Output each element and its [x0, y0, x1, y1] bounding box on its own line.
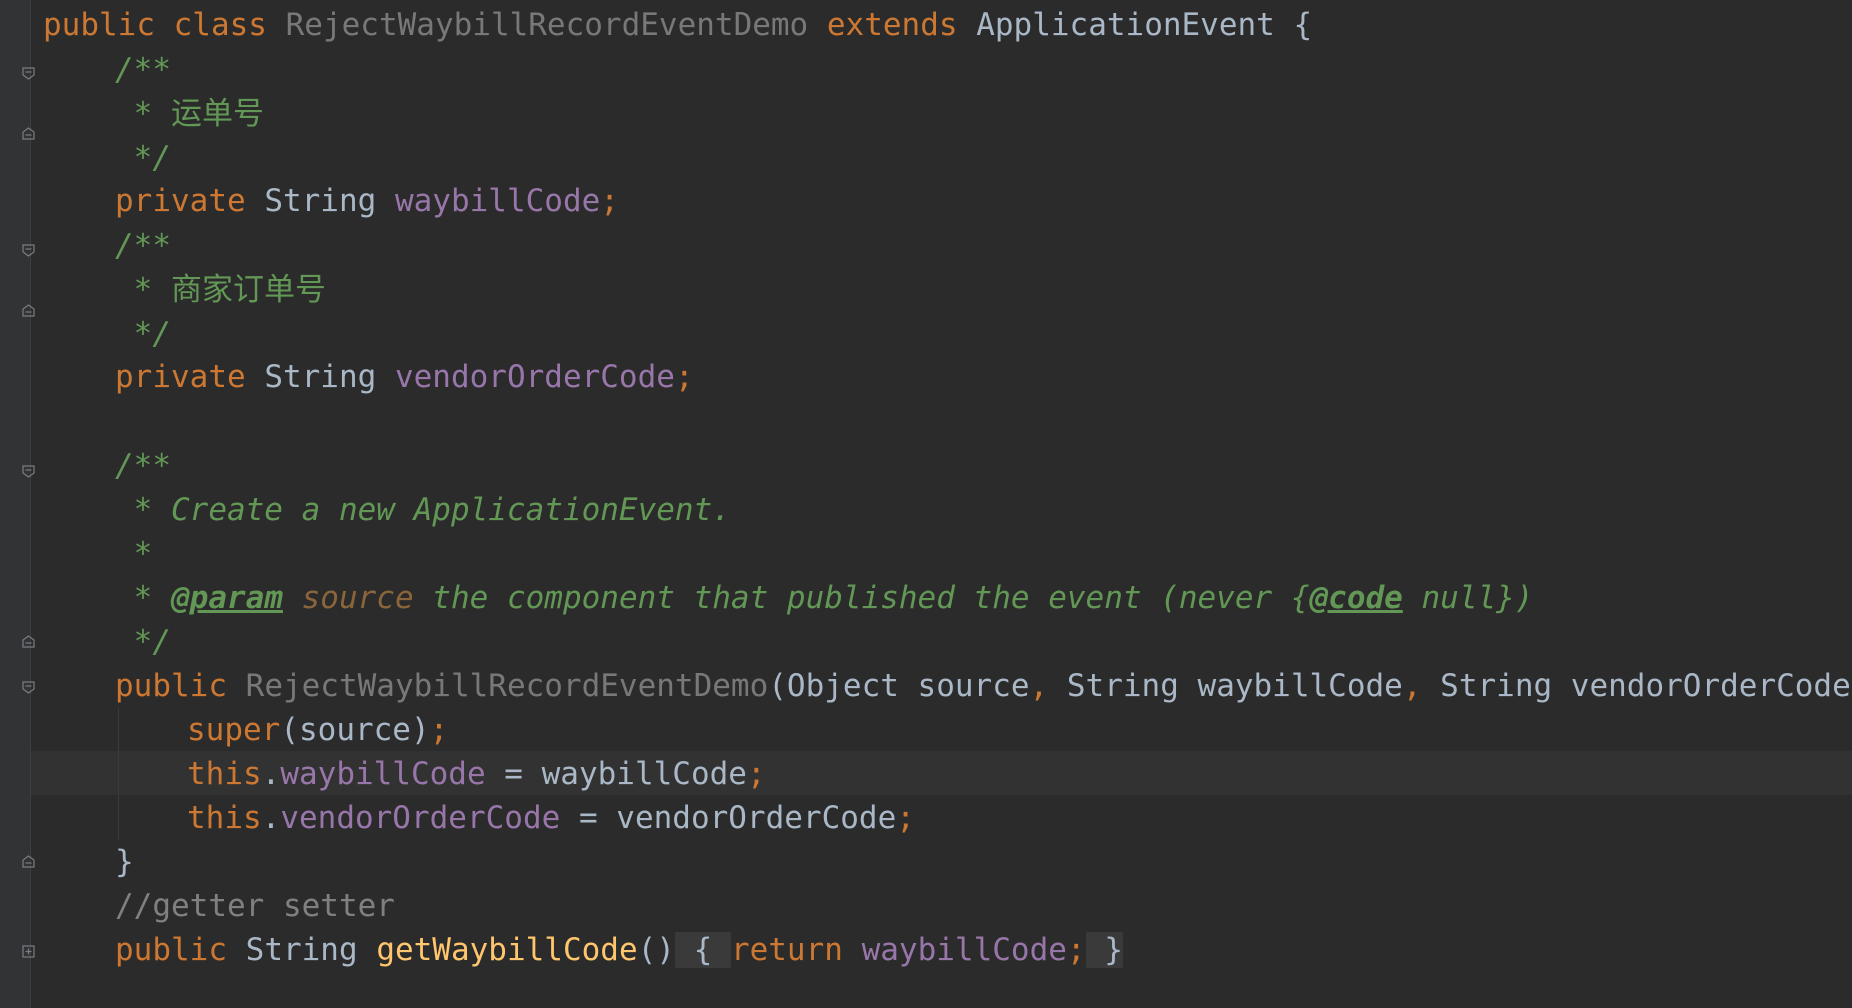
- field-name: vendorOrderCode: [394, 359, 675, 395]
- code-editor[interactable]: public class RejectWaybillRecordEventDem…: [0, 0, 1852, 1008]
- code-line-21[interactable]: //getter setter: [115, 884, 1852, 928]
- close-brace: }: [115, 844, 134, 880]
- code-line-12[interactable]: * Create a new ApplicationEvent.: [115, 488, 1852, 532]
- param-list: String vendorOrderCode) {: [1440, 668, 1852, 704]
- doc-comment: /**: [115, 448, 171, 484]
- fold-end-icon[interactable]: [21, 634, 36, 649]
- keyword-super: super: [187, 712, 281, 748]
- fold-collapse-icon[interactable]: [21, 464, 36, 479]
- fold-end-icon[interactable]: [21, 303, 36, 318]
- semicolon: ;: [746, 756, 766, 792]
- code-line-15[interactable]: */: [115, 620, 1852, 664]
- call-args: (source): [280, 712, 430, 748]
- keyword-extends: extends: [808, 7, 977, 43]
- type-string: String: [245, 932, 377, 968]
- doc-comment: * Create a new ApplicationEvent.: [115, 492, 731, 528]
- comma: ,: [1402, 668, 1422, 704]
- doc-star: *: [115, 580, 171, 616]
- keyword-this: this: [187, 756, 262, 792]
- code-line-14[interactable]: * @param source the component that publi…: [115, 576, 1852, 620]
- keyword-public-class: public class: [43, 7, 286, 43]
- code-line-19[interactable]: this.vendorOrderCode = vendorOrderCode;: [187, 796, 1852, 840]
- keyword-return: return: [730, 932, 862, 968]
- code-line-6[interactable]: /**: [115, 224, 1852, 268]
- semicolon: ;: [674, 359, 694, 395]
- doc-comment: the component that published the event (…: [413, 580, 1310, 616]
- dot: .: [261, 800, 281, 836]
- folded-region-close[interactable]: }: [1085, 932, 1123, 968]
- doc-comment: * 运单号: [115, 96, 264, 132]
- doc-comment: */: [115, 624, 171, 660]
- constructor-name: RejectWaybillRecordEventDemo: [245, 668, 769, 704]
- fold-collapse-icon[interactable]: [21, 66, 36, 81]
- keyword-private: private: [115, 183, 265, 219]
- code-line-16[interactable]: public RejectWaybillRecordEventDemo(Obje…: [115, 664, 1852, 708]
- doc-comment: null}): [1402, 580, 1534, 616]
- field-name: waybillCode: [280, 756, 486, 792]
- fold-end-icon[interactable]: [21, 854, 36, 869]
- code-line-11[interactable]: /**: [115, 444, 1852, 488]
- assignment: = waybillCode: [485, 756, 747, 792]
- doc-tag-code: @code: [1309, 580, 1403, 616]
- folded-region-open[interactable]: {: [674, 932, 731, 968]
- code-line-10[interactable]: [115, 400, 1852, 444]
- doc-comment: * 商家订单号: [115, 272, 326, 308]
- doc-param-name: source: [282, 580, 414, 616]
- fold-expand-icon[interactable]: [21, 944, 36, 959]
- parens: (): [637, 932, 675, 968]
- method-name: getWaybillCode: [376, 932, 638, 968]
- param-list: String waybillCode: [1048, 668, 1403, 704]
- field-name: waybillCode: [861, 932, 1067, 968]
- doc-comment: */: [115, 316, 171, 352]
- class-name: RejectWaybillRecordEventDemo: [285, 7, 809, 43]
- code-line-18[interactable]: this.waybillCode = waybillCode;: [187, 752, 1852, 796]
- semicolon: ;: [600, 183, 619, 219]
- code-line-3[interactable]: * 运单号: [115, 92, 1852, 136]
- keyword-public: public: [115, 668, 246, 704]
- code-line-7[interactable]: * 商家订单号: [115, 268, 1852, 312]
- field-name: waybillCode: [394, 183, 601, 219]
- line-comment: //getter setter: [115, 888, 395, 924]
- semicolon: ;: [1066, 932, 1086, 968]
- assignment: = vendorOrderCode: [560, 800, 897, 836]
- keyword-private: private: [115, 359, 265, 395]
- code-line-2[interactable]: /**: [115, 48, 1852, 92]
- fold-end-icon[interactable]: [21, 126, 36, 141]
- doc-comment: */: [115, 140, 171, 176]
- semicolon: ;: [896, 800, 915, 836]
- doc-tag-param: @param: [171, 580, 283, 616]
- comma: ,: [1029, 668, 1049, 704]
- code-line-8[interactable]: */: [115, 312, 1852, 356]
- open-brace: {: [1274, 7, 1313, 43]
- semicolon: ;: [429, 712, 449, 748]
- fold-collapse-icon[interactable]: [21, 680, 36, 695]
- code-line-22[interactable]: public String getWaybillCode() { return …: [115, 928, 1852, 972]
- code-line-4[interactable]: */: [115, 136, 1852, 180]
- fold-collapse-icon[interactable]: [21, 243, 36, 258]
- doc-comment: /**: [115, 228, 171, 264]
- keyword-public: public: [115, 932, 246, 968]
- doc-comment: *: [115, 536, 153, 572]
- keyword-this: this: [187, 800, 262, 836]
- code-line-17[interactable]: super(source);: [187, 708, 1852, 752]
- doc-comment: /**: [115, 52, 171, 88]
- param-list: (Object source: [768, 668, 1030, 704]
- indent-guide: [118, 708, 119, 840]
- code-line-9[interactable]: private String vendorOrderCode;: [115, 355, 1852, 399]
- field-name: vendorOrderCode: [280, 800, 561, 836]
- dot: .: [261, 756, 281, 792]
- code-line-20[interactable]: }: [115, 840, 1852, 884]
- code-line-5[interactable]: private String waybillCode;: [115, 179, 1852, 223]
- parent-class: ApplicationEvent: [976, 7, 1275, 43]
- type-string: String: [264, 359, 395, 395]
- code-line-1[interactable]: public class RejectWaybillRecordEventDem…: [43, 3, 1852, 47]
- code-line-13[interactable]: *: [115, 532, 1852, 576]
- type-string: String: [264, 183, 395, 219]
